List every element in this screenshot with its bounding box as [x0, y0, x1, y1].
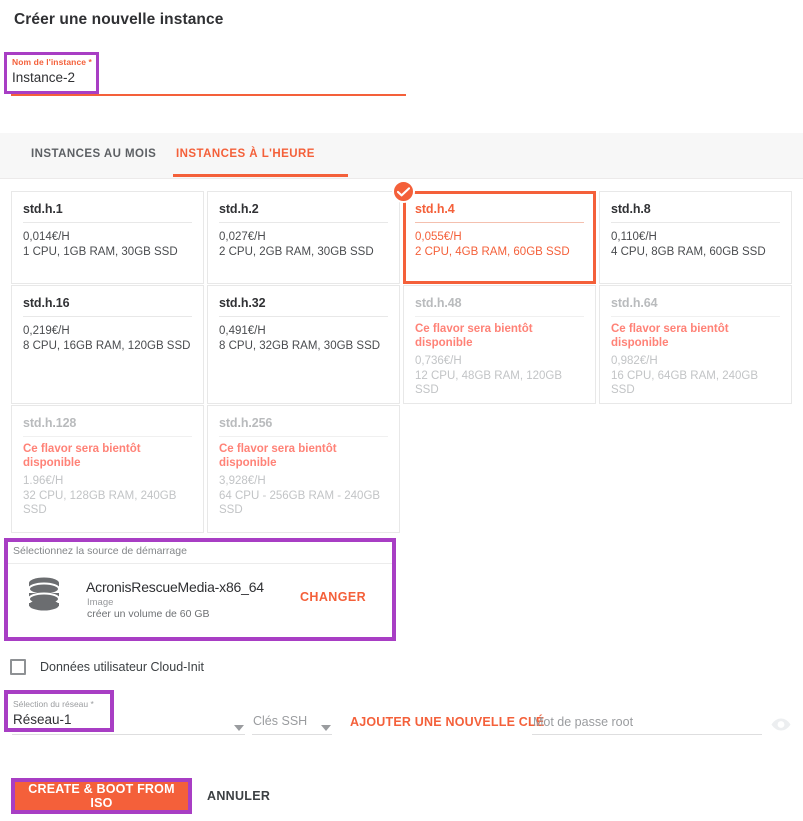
flavor-cell: std.h.48 Ce flavor sera bientôt disponibl… [403, 285, 599, 405]
root-password-input[interactable]: Mot de passe root [533, 715, 633, 729]
flavor-cell: std.h.8 0,110€/H 4 CPU, 8GB RAM, 60GB SSD [599, 191, 795, 285]
network-chevron-down-icon[interactable] [234, 718, 244, 736]
ssh-keys-select[interactable]: Clés SSH [253, 714, 307, 728]
flavor-price: 0,055€/H [415, 231, 462, 243]
flavor-cell: std.h.128 Ce flavor sera bientôt disponib… [11, 405, 207, 534]
flavor-specs: 8 CPU, 32GB RAM, 30GB SSD [219, 340, 381, 352]
flavor-unavailable-notice: Ce flavor sera bientôt disponible [611, 323, 729, 349]
network-select-underline [12, 734, 245, 735]
flavor-specs: 64 CPU - 256GB RAM - 240GB SSD [219, 490, 381, 516]
flavor-specs: 4 CPU, 8GB RAM, 60GB SSD [611, 246, 766, 258]
flavor-name: std.h.48 [415, 296, 584, 317]
flavor-name: std.h.16 [23, 296, 192, 317]
flavor-name: std.h.64 [611, 296, 780, 317]
flavor-card-placeholder [403, 405, 596, 533]
network-select-value[interactable]: Réseau-1 [13, 712, 72, 727]
flavor-name: std.h.2 [219, 202, 388, 223]
flavor-specs: 8 CPU, 16GB RAM, 120GB SSD [23, 340, 191, 352]
pricing-tabbar: INSTANCES AU MOIS INSTANCES À L'HEURE [0, 133, 803, 179]
flavor-cell: std.h.256 Ce flavor sera bientôt disponib… [207, 405, 403, 534]
flavor-name: std.h.32 [219, 296, 388, 317]
flavor-specs: 32 CPU, 128GB RAM, 240GB SSD [23, 490, 177, 516]
cancel-button[interactable]: ANNULER [207, 789, 270, 803]
flavor-specs: 16 CPU, 64GB RAM, 240GB SSD [611, 370, 759, 396]
flavor-price: 3,928€/H [219, 475, 266, 487]
network-select-label: Sélection du réseau * [13, 699, 94, 709]
page-title: Créer une nouvelle instance [14, 11, 224, 28]
flavor-card-std-h-256[interactable]: std.h.256 Ce flavor sera bientôt disponib… [207, 405, 400, 533]
change-boot-source-button[interactable]: CHANGER [300, 590, 366, 604]
database-icon [25, 576, 63, 612]
flavor-cell-empty [599, 405, 795, 534]
instance-name-underline [11, 94, 406, 96]
flavor-price: 0,219€/H [23, 325, 70, 337]
flavor-grid: std.h.1 0,014€/H 1 CPU, 1GB RAM, 30GB SSD s… [11, 180, 795, 534]
flavor-price: 0,110€/H [611, 231, 657, 243]
flavor-unavailable-notice: Ce flavor sera bientôt disponible [219, 443, 337, 469]
flavor-name: std.h.128 [23, 416, 192, 437]
flavor-cell: std.h.32 0,491€/H 8 CPU, 32GB RAM, 30GB SS… [207, 285, 403, 405]
flavor-cell: std.h.1 0,014€/H 1 CPU, 1GB RAM, 30GB SSD [11, 191, 207, 285]
tab-instances-monthly[interactable]: INSTANCES AU MOIS [31, 148, 156, 160]
tab-active-indicator [173, 174, 348, 177]
boot-source-section: Sélectionnez la source de démarrage Acro… [4, 538, 396, 641]
flavor-cell: std.h.4 0,055€/H 2 CPU, 4GB RAM, 60GB SSD [392, 180, 599, 285]
flavor-cell: std.h.64 Ce flavor sera bientôt disponibl… [599, 285, 795, 405]
flavor-cell: std.h.2 0,027€/H 2 CPU, 2GB RAM, 30GB SSD [207, 191, 403, 285]
flavor-price: 0,014€/H [23, 231, 70, 243]
boot-source-type: Image [87, 597, 114, 608]
flavor-specs: 2 CPU, 2GB RAM, 30GB SSD [219, 246, 374, 258]
flavor-card-std-h-1[interactable]: std.h.1 0,014€/H 1 CPU, 1GB RAM, 30GB SSD [11, 191, 204, 284]
boot-source-volume: créer un volume de 60 GB [87, 608, 210, 620]
tab-instances-hourly[interactable]: INSTANCES À L'HEURE [176, 148, 315, 160]
flavor-name: std.h.1 [23, 202, 192, 223]
flavor-card-std-h-16[interactable]: std.h.16 0,219€/H 8 CPU, 16GB RAM, 120GB S… [11, 285, 204, 404]
instance-name-label: Nom de l'instance * [12, 57, 92, 67]
boot-source-name: AcronisRescueMedia-x86_64 [86, 579, 264, 595]
flavor-card-std-h-32[interactable]: std.h.32 0,491€/H 8 CPU, 32GB RAM, 30GB SS… [207, 285, 400, 404]
flavor-name: std.h.256 [219, 416, 388, 437]
flavor-specs: 2 CPU, 4GB RAM, 60GB SSD [415, 246, 570, 258]
boot-source-divider [8, 563, 392, 564]
check-icon [392, 180, 415, 203]
flavor-specs: 1 CPU, 1GB RAM, 30GB SSD [23, 246, 178, 258]
flavor-unavailable-notice: Ce flavor sera bientôt disponible [415, 323, 533, 349]
flavor-price: 1.96€/H [23, 475, 64, 487]
cloud-init-row[interactable]: Données utilisateur Cloud-Init [10, 659, 204, 675]
flavor-card-std-h-64[interactable]: std.h.64 Ce flavor sera bientôt disponibl… [599, 285, 792, 404]
flavor-specs: 12 CPU, 48GB RAM, 120GB SSD [415, 370, 563, 396]
flavor-price: 0,491€/H [219, 325, 266, 337]
create-and-boot-from-iso-button[interactable]: CREATE & BOOT FROM ISO [15, 782, 188, 810]
flavor-name: std.h.8 [611, 202, 780, 223]
flavor-cell-empty [403, 405, 599, 534]
eye-icon[interactable] [770, 717, 792, 737]
boot-source-label: Sélectionnez la source de démarrage [13, 545, 187, 557]
flavor-card-std-h-2[interactable]: std.h.2 0,027€/H 2 CPU, 2GB RAM, 30GB SSD [207, 191, 400, 284]
flavor-unavailable-notice: Ce flavor sera bientôt disponible [23, 443, 141, 469]
flavor-card-placeholder [599, 405, 792, 533]
flavor-price: 0,736€/H [415, 355, 462, 367]
cloud-init-label: Données utilisateur Cloud-Init [40, 660, 204, 674]
flavor-price: 0,982€/H [611, 355, 658, 367]
cloud-init-checkbox[interactable] [10, 659, 26, 675]
instance-name-input[interactable]: Instance-2 [12, 70, 75, 85]
root-password-underline [532, 734, 762, 735]
flavor-price: 0,027€/H [219, 231, 266, 243]
add-new-key-button[interactable]: AJOUTER UNE NOUVELLE CLÉ [350, 715, 544, 729]
flavor-card-std-h-128[interactable]: std.h.128 Ce flavor sera bientôt disponib… [11, 405, 204, 533]
flavor-card-std-h-8[interactable]: std.h.8 0,110€/H 4 CPU, 8GB RAM, 60GB SSD [599, 191, 792, 284]
ssh-chevron-down-icon[interactable] [321, 718, 331, 736]
flavor-cell: std.h.16 0,219€/H 8 CPU, 16GB RAM, 120GB S… [11, 285, 207, 405]
flavor-name: std.h.4 [415, 202, 584, 223]
flavor-card-std-h-4[interactable]: std.h.4 0,055€/H 2 CPU, 4GB RAM, 60GB SSD [392, 180, 596, 284]
ssh-keys-underline [252, 734, 332, 735]
instance-name-field[interactable]: Nom de l'instance * Instance-2 [0, 46, 803, 96]
flavor-card-std-h-48[interactable]: std.h.48 Ce flavor sera bientôt disponibl… [403, 285, 596, 404]
